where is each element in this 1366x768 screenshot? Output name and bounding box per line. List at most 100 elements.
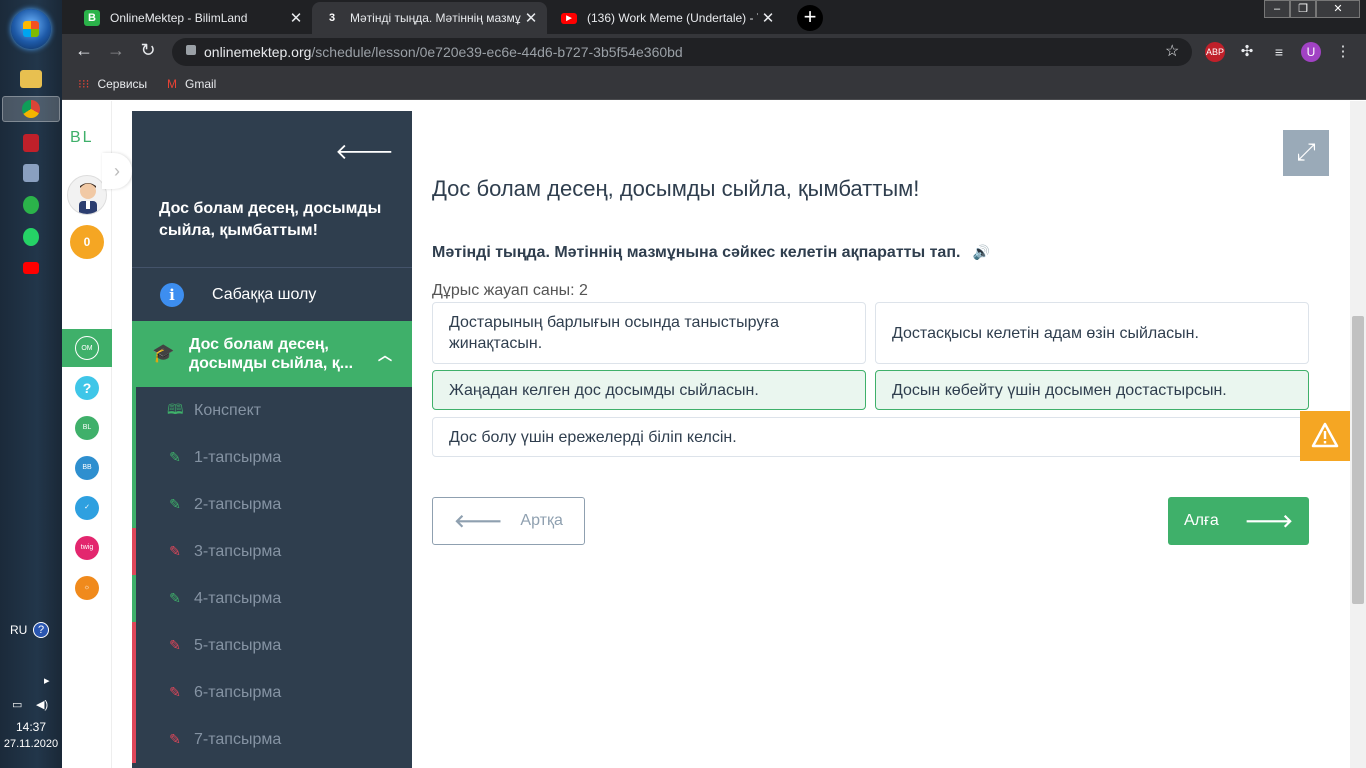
lesson-item[interactable]: ✎ 4-тапсырма: [132, 575, 412, 622]
browser-toolbar: ← → ↻ onlinemektep.org/schedule/lesson/0…: [62, 34, 1366, 70]
answer-option-5[interactable]: Дос болу үшін ережелерді біліп келсін.: [432, 417, 1309, 457]
help-app-icon[interactable]: ?: [75, 376, 99, 400]
status-bar: [132, 481, 136, 528]
lesson-item[interactable]: ✎ 6-тапсырма: [132, 669, 412, 716]
lesson-item[interactable]: ✎ 3-тапсырма: [132, 528, 412, 575]
media-queue-icon[interactable]: ≡: [1269, 42, 1289, 62]
lesson-panel: 🡐 Дос болам десең, досымды сыйла, қымбат…: [132, 111, 412, 768]
report-warning-button[interactable]: [1300, 411, 1350, 461]
clock-date[interactable]: 27.11.2020: [0, 738, 62, 750]
extensions-icon[interactable]: ✣: [1237, 42, 1257, 62]
tab-lesson[interactable]: 3 Мәтінді тыңда. Мәтіннің мазмұ ✕: [312, 2, 547, 34]
menu-icon[interactable]: ⋮: [1333, 42, 1353, 62]
reload-icon[interactable]: ↻: [136, 40, 160, 61]
lesson-item-label: 7-тапсырма: [194, 730, 282, 748]
tab-title: Мәтінді тыңда. Мәтіннің мазмұ: [350, 11, 521, 25]
lesson-item[interactable]: ✎ 1-тапсырма: [132, 434, 412, 481]
new-tab-button[interactable]: +: [797, 5, 823, 31]
tab-youtube[interactable]: ▶ (136) Work Meme (Undertale) - Y ✕: [549, 2, 784, 34]
bookmark-services[interactable]: ⁝⁝⁝ Сервисы: [78, 77, 147, 91]
lesson-item[interactable]: ✎ 5-тапсырма: [132, 622, 412, 669]
answer-option-4[interactable]: Досын көбейту үшін досымен достастырсын.: [875, 370, 1309, 410]
lock-icon[interactable]: [186, 45, 196, 55]
bookmark-star-icon[interactable]: ☆: [1165, 41, 1179, 61]
question-label: Мәтінді тыңда. Мәтіннің мазмұнына сәйкес…: [432, 244, 961, 261]
help-icon[interactable]: ?: [33, 622, 49, 638]
chrome-icon[interactable]: [22, 100, 40, 118]
explorer-icon[interactable]: [20, 70, 42, 88]
start-button[interactable]: [11, 9, 51, 49]
speaker-icon[interactable]: 🔊: [973, 244, 990, 260]
answer-option-1[interactable]: Достарының барлығын осында таныстыруға ж…: [432, 302, 866, 364]
close-icon[interactable]: ✕: [286, 9, 306, 27]
next-label: Алға: [1183, 512, 1219, 529]
forward-arrow-icon[interactable]: →: [104, 40, 128, 61]
youtube-icon: ▶: [561, 12, 577, 24]
onlinemektep-icon[interactable]: OM: [75, 336, 99, 360]
edit-icon: ✎: [169, 449, 181, 465]
gmail-icon: M: [167, 77, 177, 91]
scrollbar-thumb[interactable]: [1352, 316, 1364, 604]
rail-toggle-chevron-icon[interactable]: ›: [102, 153, 132, 189]
whatsapp-icon[interactable]: [23, 228, 39, 246]
fullscreen-expand-icon[interactable]: ⤢: [1283, 130, 1329, 176]
lesson-overview-item[interactable]: i Сабаққа шолу: [132, 268, 412, 321]
tray-expand-icon[interactable]: ▸: [44, 674, 50, 687]
status-bar: [132, 716, 136, 763]
back-arrow-icon[interactable]: 🡐: [335, 139, 394, 165]
answer-option-2[interactable]: Достасқысы келетін адам өзін сыйласын.: [875, 302, 1309, 364]
back-arrow-icon[interactable]: ←: [72, 40, 96, 61]
lesson-item[interactable]: ✎ 2-тапсырма: [132, 481, 412, 528]
bookmark-label: Gmail: [185, 77, 217, 91]
volume-icon[interactable]: ◀): [36, 698, 48, 711]
lesson-item[interactable]: ✎ 7-тапсырма: [132, 716, 412, 763]
minimize-button[interactable]: –: [1264, 0, 1290, 18]
paint-icon[interactable]: [23, 164, 39, 182]
bilimland-app-icon[interactable]: BL: [75, 416, 99, 440]
bilimland-taskbar-icon[interactable]: [23, 196, 39, 214]
page: BL 0 OM ? BL BB ✓ twig ☼ › 🡐 Дос болам д…: [62, 101, 1366, 768]
tab-onlinemektep[interactable]: B OnlineMektep - BilimLand ✕: [72, 2, 312, 34]
url-host: onlinemektep.org: [204, 44, 312, 60]
status-bar: [132, 669, 136, 716]
answer-text: Жаңадан келген дос досымды сыйласын.: [449, 381, 759, 399]
close-icon[interactable]: ✕: [521, 9, 541, 27]
maximize-button[interactable]: ❐: [1290, 0, 1316, 18]
network-icon[interactable]: ▭: [12, 698, 22, 711]
adblock-icon[interactable]: ABP: [1205, 42, 1225, 62]
lesson-item-label: 3-тапсырма: [194, 542, 282, 560]
test-app-icon[interactable]: ✓: [75, 496, 99, 520]
back-button[interactable]: 🡐 Артқа: [432, 497, 585, 545]
address-bar[interactable]: onlinemektep.org/schedule/lesson/0e720e3…: [172, 38, 1192, 66]
status-bar: [132, 575, 136, 622]
window-controls: – ❐ ✕: [1264, 0, 1360, 18]
answer-text: Достасқысы келетін адам өзін сыйласын.: [892, 324, 1199, 342]
lesson-item-label: 4-тапсырма: [194, 589, 282, 607]
back-label: Артқа: [520, 512, 563, 529]
graduation-cap-icon: 🎓: [152, 343, 175, 363]
chevron-up-icon[interactable]: ︿: [378, 345, 392, 365]
points-badge[interactable]: 0: [70, 225, 104, 259]
clock-time[interactable]: 14:37: [0, 720, 62, 734]
edit-icon: ✎: [169, 684, 181, 700]
user-avatar[interactable]: [67, 175, 107, 215]
bl-logo[interactable]: BL: [70, 129, 94, 147]
acrobat-icon[interactable]: [23, 134, 39, 152]
lesson-item-label: 6-тапсырма: [194, 683, 282, 701]
lesson-item[interactable]: 🕮 Конспект: [132, 387, 412, 434]
task-content: ⤢ Дос болам десең, досымды сыйла, қымбат…: [432, 101, 1329, 768]
language-indicator[interactable]: RU: [10, 623, 27, 637]
imagine-app-icon[interactable]: ☼: [75, 576, 99, 600]
next-button[interactable]: Алға 🡒: [1168, 497, 1309, 545]
bilimbook-app-icon[interactable]: BB: [75, 456, 99, 480]
close-window-button[interactable]: ✕: [1316, 0, 1360, 18]
active-section-header[interactable]: 🎓 Дос болам десең, досымды сыйла, қ... ︿: [132, 321, 412, 387]
edit-icon: ✎: [169, 637, 181, 653]
close-icon[interactable]: ✕: [758, 9, 778, 27]
bookmark-gmail[interactable]: M Gmail: [167, 77, 216, 91]
twig-app-icon[interactable]: twig: [75, 536, 99, 560]
answer-option-3[interactable]: Жаңадан келген дос досымды сыйласын.: [432, 370, 866, 410]
profile-avatar[interactable]: U: [1301, 42, 1321, 62]
question-text: Мәтінді тыңда. Мәтіннің мазмұнына сәйкес…: [432, 244, 990, 262]
youtube-taskbar-icon[interactable]: [23, 262, 39, 274]
